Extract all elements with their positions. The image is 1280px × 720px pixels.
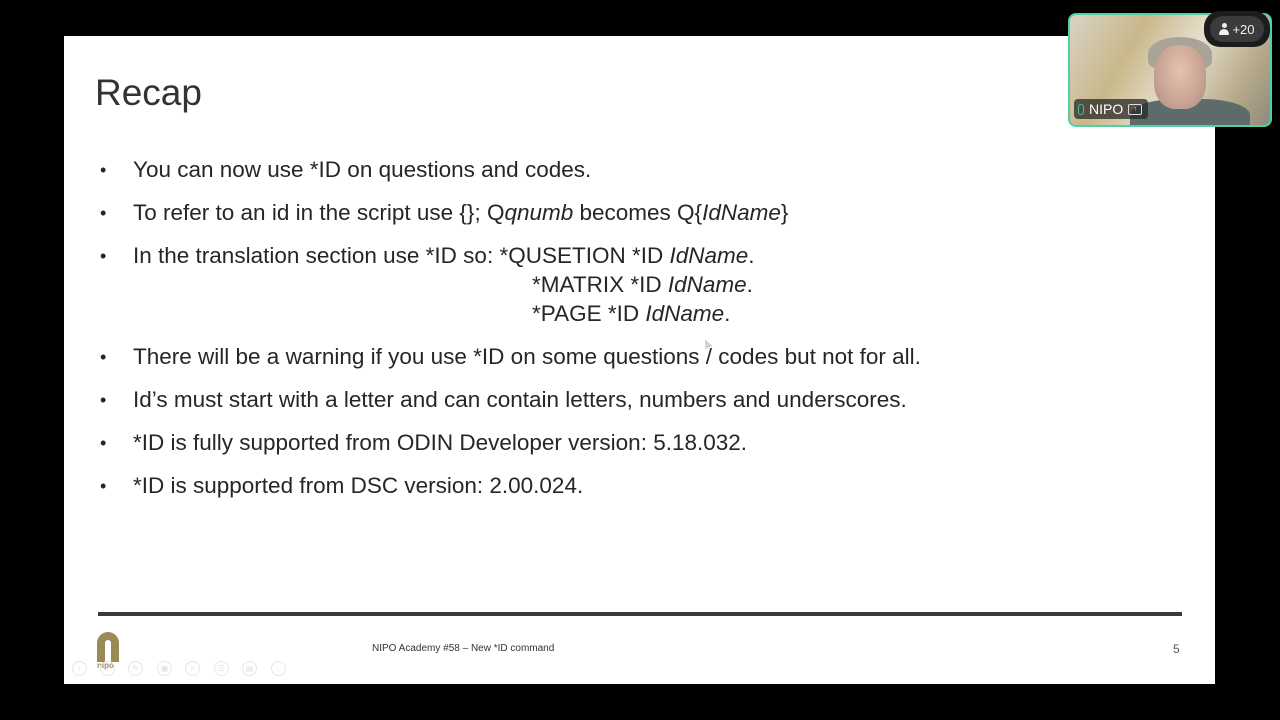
next-slide-icon[interactable]: ›	[100, 661, 115, 676]
slides-view-icon[interactable]: ▣	[157, 661, 172, 676]
bullet-dot: •	[100, 203, 107, 223]
participants-count: +20	[1232, 21, 1255, 37]
bullet-dot: •	[100, 246, 107, 266]
more-options-icon[interactable]: …	[271, 661, 286, 676]
bullet-dot: •	[100, 476, 107, 496]
bullet-text: *ID is fully supported from ODIN Develop…	[133, 430, 748, 455]
bullet-text: There will be a warning if you use *ID o…	[133, 344, 921, 369]
slide-footer-text: NIPO Academy #58 – New *ID command	[372, 643, 555, 654]
screen-share-icon: ↑	[1128, 103, 1143, 115]
participant-face	[1154, 45, 1206, 109]
footer-divider	[98, 612, 1182, 616]
presentation-slide: Recap • You can now use *ID on questions…	[64, 36, 1215, 684]
bullet-text: Id’s must start with a letter and can co…	[133, 387, 907, 412]
bullet-dot: •	[100, 390, 107, 410]
subtitles-icon[interactable]: ☰	[214, 661, 229, 676]
nipo-logo-mark	[97, 632, 119, 662]
bullet-dot: •	[100, 433, 107, 453]
participants-count-button[interactable]: +20	[1204, 11, 1270, 47]
participant-name-chip: NIPO ↑	[1074, 99, 1149, 119]
bullet-text: To refer to an id in the script use {}; …	[133, 200, 789, 225]
zoom-icon[interactable]: ⌕	[185, 661, 200, 676]
bullet-text: *ID is supported from DSC version: 2.00.…	[133, 473, 584, 498]
pen-icon[interactable]: ✎	[128, 661, 143, 676]
person-icon	[1219, 23, 1230, 35]
bullet-text: You can now use *ID on questions and cod…	[133, 157, 592, 182]
bullet-sub-line: *MATRIX *ID IdName.	[532, 272, 753, 297]
bullet-dot: •	[100, 160, 107, 180]
slide-page-number: 5	[1173, 642, 1180, 656]
bullet-sub-line: *PAGE *ID IdName.	[532, 301, 731, 326]
bullet-text: In the translation section use *ID so: *…	[133, 243, 755, 268]
bullet-dot: •	[100, 347, 107, 367]
participants-pill: +20	[1210, 16, 1264, 42]
participant-name: NIPO	[1089, 101, 1124, 117]
previous-slide-icon[interactable]: ‹	[72, 661, 87, 676]
camera-icon[interactable]: ▤	[242, 661, 257, 676]
bullet-list: • You can now use *ID on questions and c…	[64, 36, 1215, 684]
microphone-icon	[1078, 103, 1084, 115]
